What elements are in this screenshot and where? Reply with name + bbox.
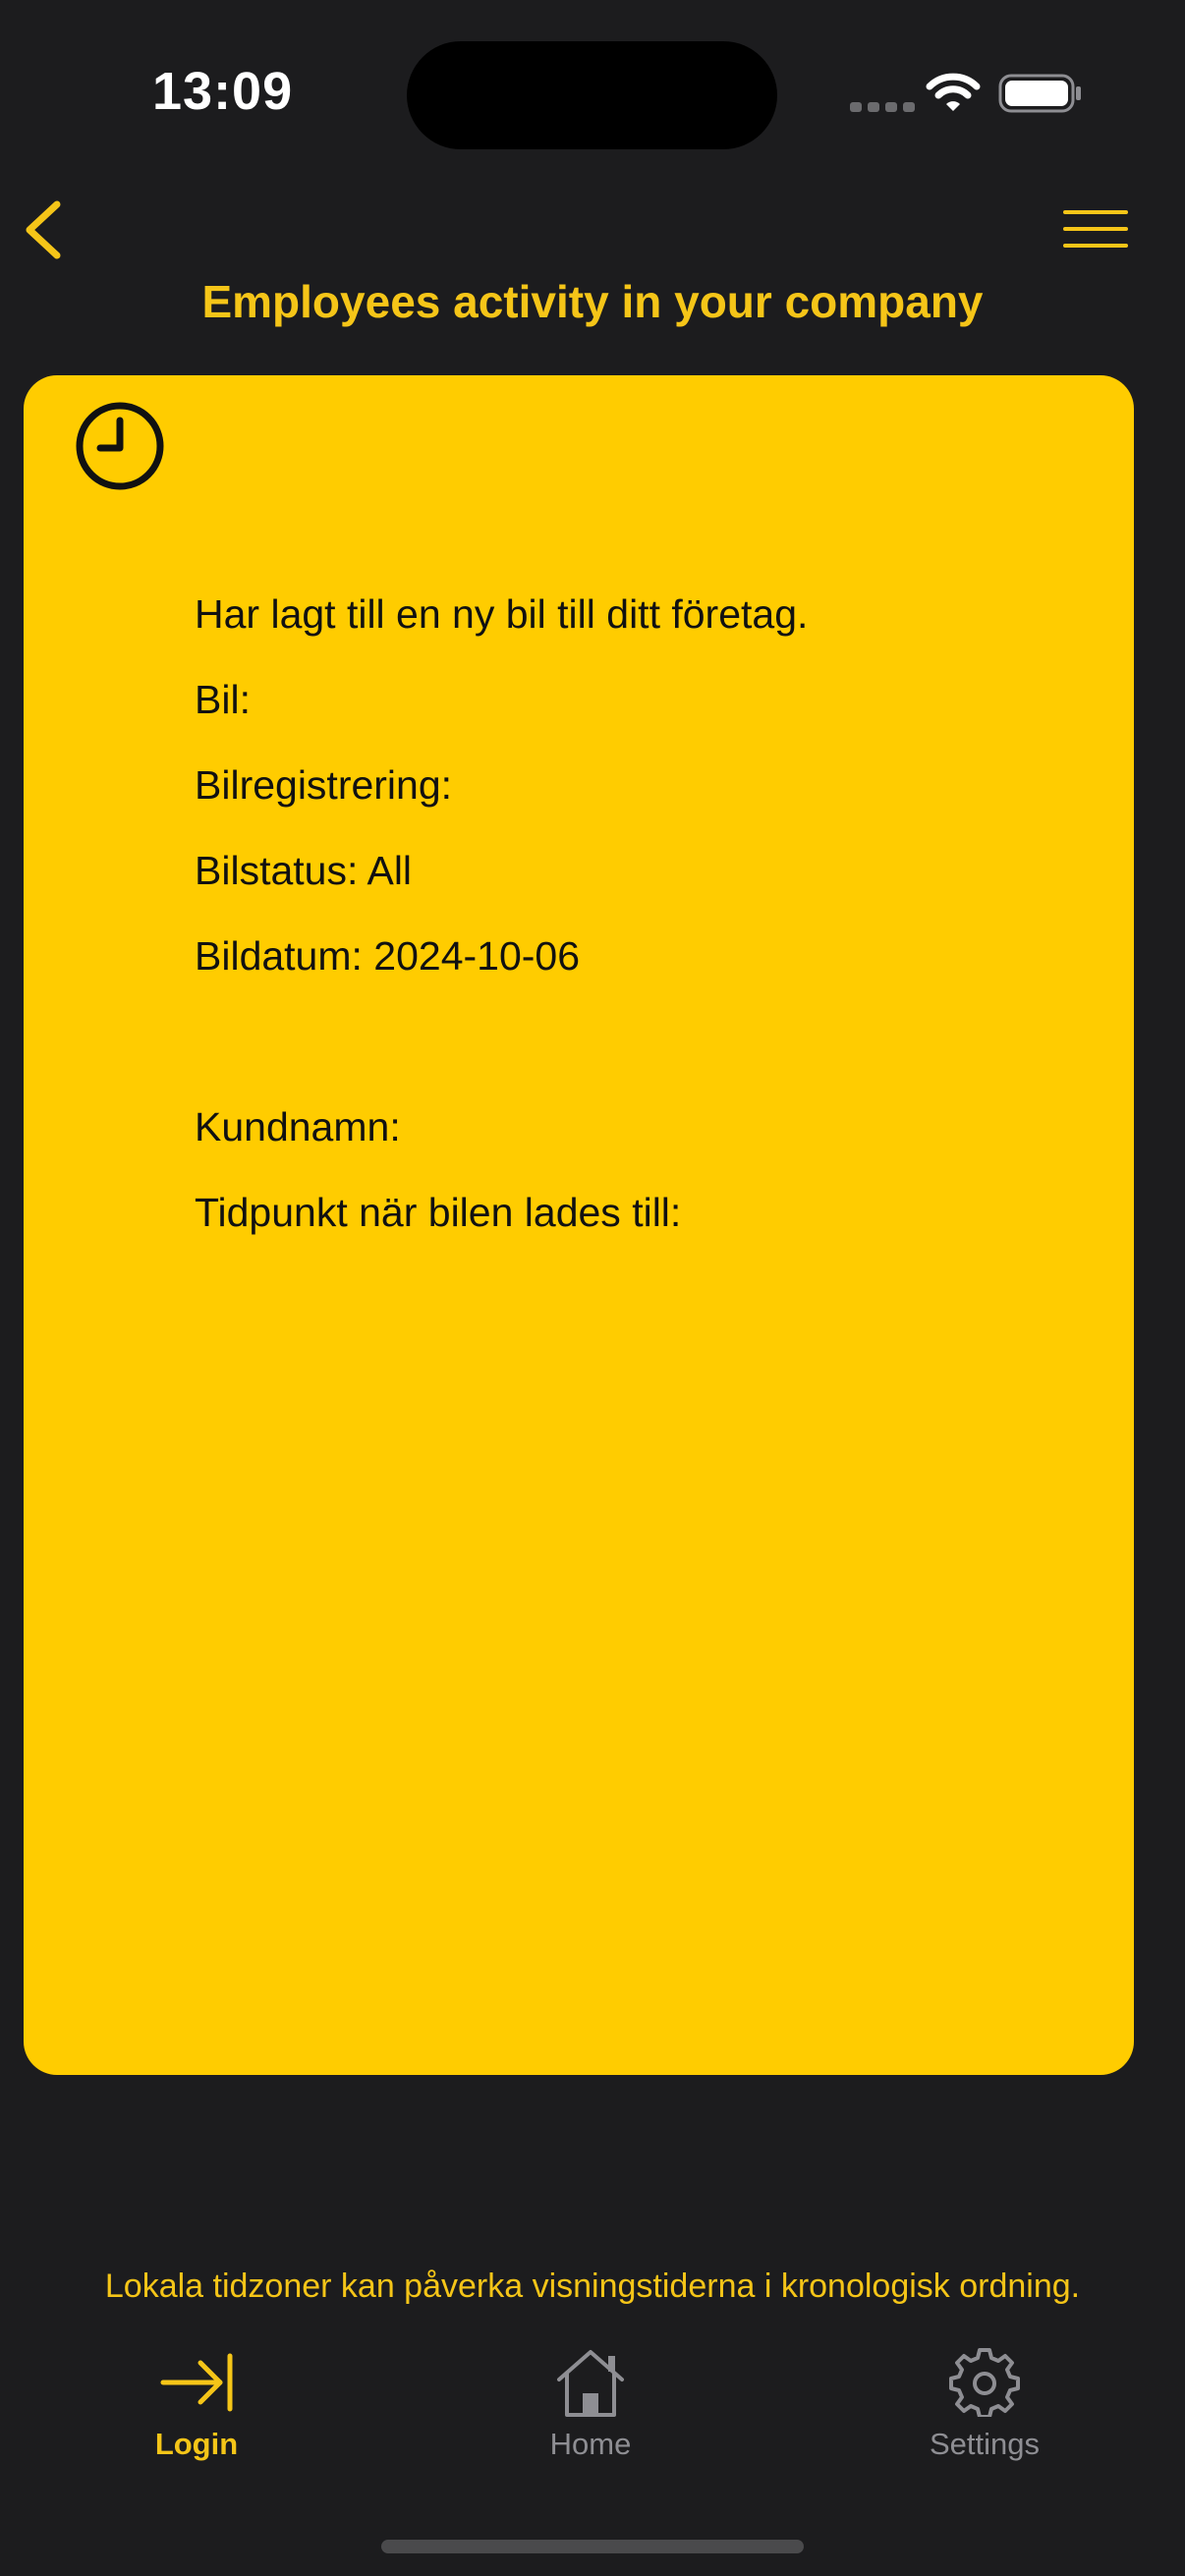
car-status-field: Bilstatus: All bbox=[195, 848, 413, 893]
screen: 13:09 Employees activity in your company… bbox=[0, 0, 1185, 2576]
battery-icon bbox=[998, 74, 1081, 113]
car-field: Bil: bbox=[195, 677, 251, 722]
activity-details: Har lagt till en ny bil till ditt företa… bbox=[195, 572, 808, 1256]
hamburger-menu-icon[interactable] bbox=[1061, 206, 1130, 252]
home-indicator bbox=[381, 2540, 804, 2553]
back-button[interactable] bbox=[18, 193, 77, 267]
tab-bar: Login Home Settings bbox=[0, 2328, 1185, 2486]
car-added-time-field: Tidpunkt när bilen lades till: bbox=[195, 1190, 682, 1235]
customer-name-field: Kundnamn: bbox=[195, 1104, 401, 1149]
house-icon bbox=[557, 2350, 624, 2417]
tab-home[interactable]: Home bbox=[463, 2348, 718, 2476]
activity-description: Har lagt till en ny bil till ditt företa… bbox=[195, 591, 809, 637]
login-arrow-icon bbox=[160, 2353, 233, 2412]
timezone-note: Lokala tidzoner kan påverka visningstide… bbox=[104, 2268, 1081, 2305]
car-registration-field: Bilregistrering: bbox=[195, 762, 453, 808]
page-title: Employees activity in your company bbox=[201, 276, 984, 327]
wifi-icon bbox=[926, 73, 981, 111]
tab-login-label: Login bbox=[154, 2427, 239, 2461]
clock-icon bbox=[76, 402, 164, 490]
tab-settings-label: Settings bbox=[929, 2427, 1040, 2461]
dynamic-island bbox=[407, 41, 777, 149]
car-date-field: Bildatum: 2024-10-06 bbox=[195, 933, 581, 979]
gear-icon bbox=[949, 2348, 1020, 2417]
tab-home-label: Home bbox=[549, 2427, 632, 2461]
activity-card[interactable]: Har lagt till en ny bil till ditt företa… bbox=[24, 375, 1134, 2075]
status-time: 13:09 bbox=[152, 62, 294, 121]
tab-settings[interactable]: Settings bbox=[857, 2348, 1112, 2476]
cellular-signal-icon bbox=[850, 102, 915, 112]
tab-login[interactable]: Login bbox=[69, 2348, 324, 2476]
